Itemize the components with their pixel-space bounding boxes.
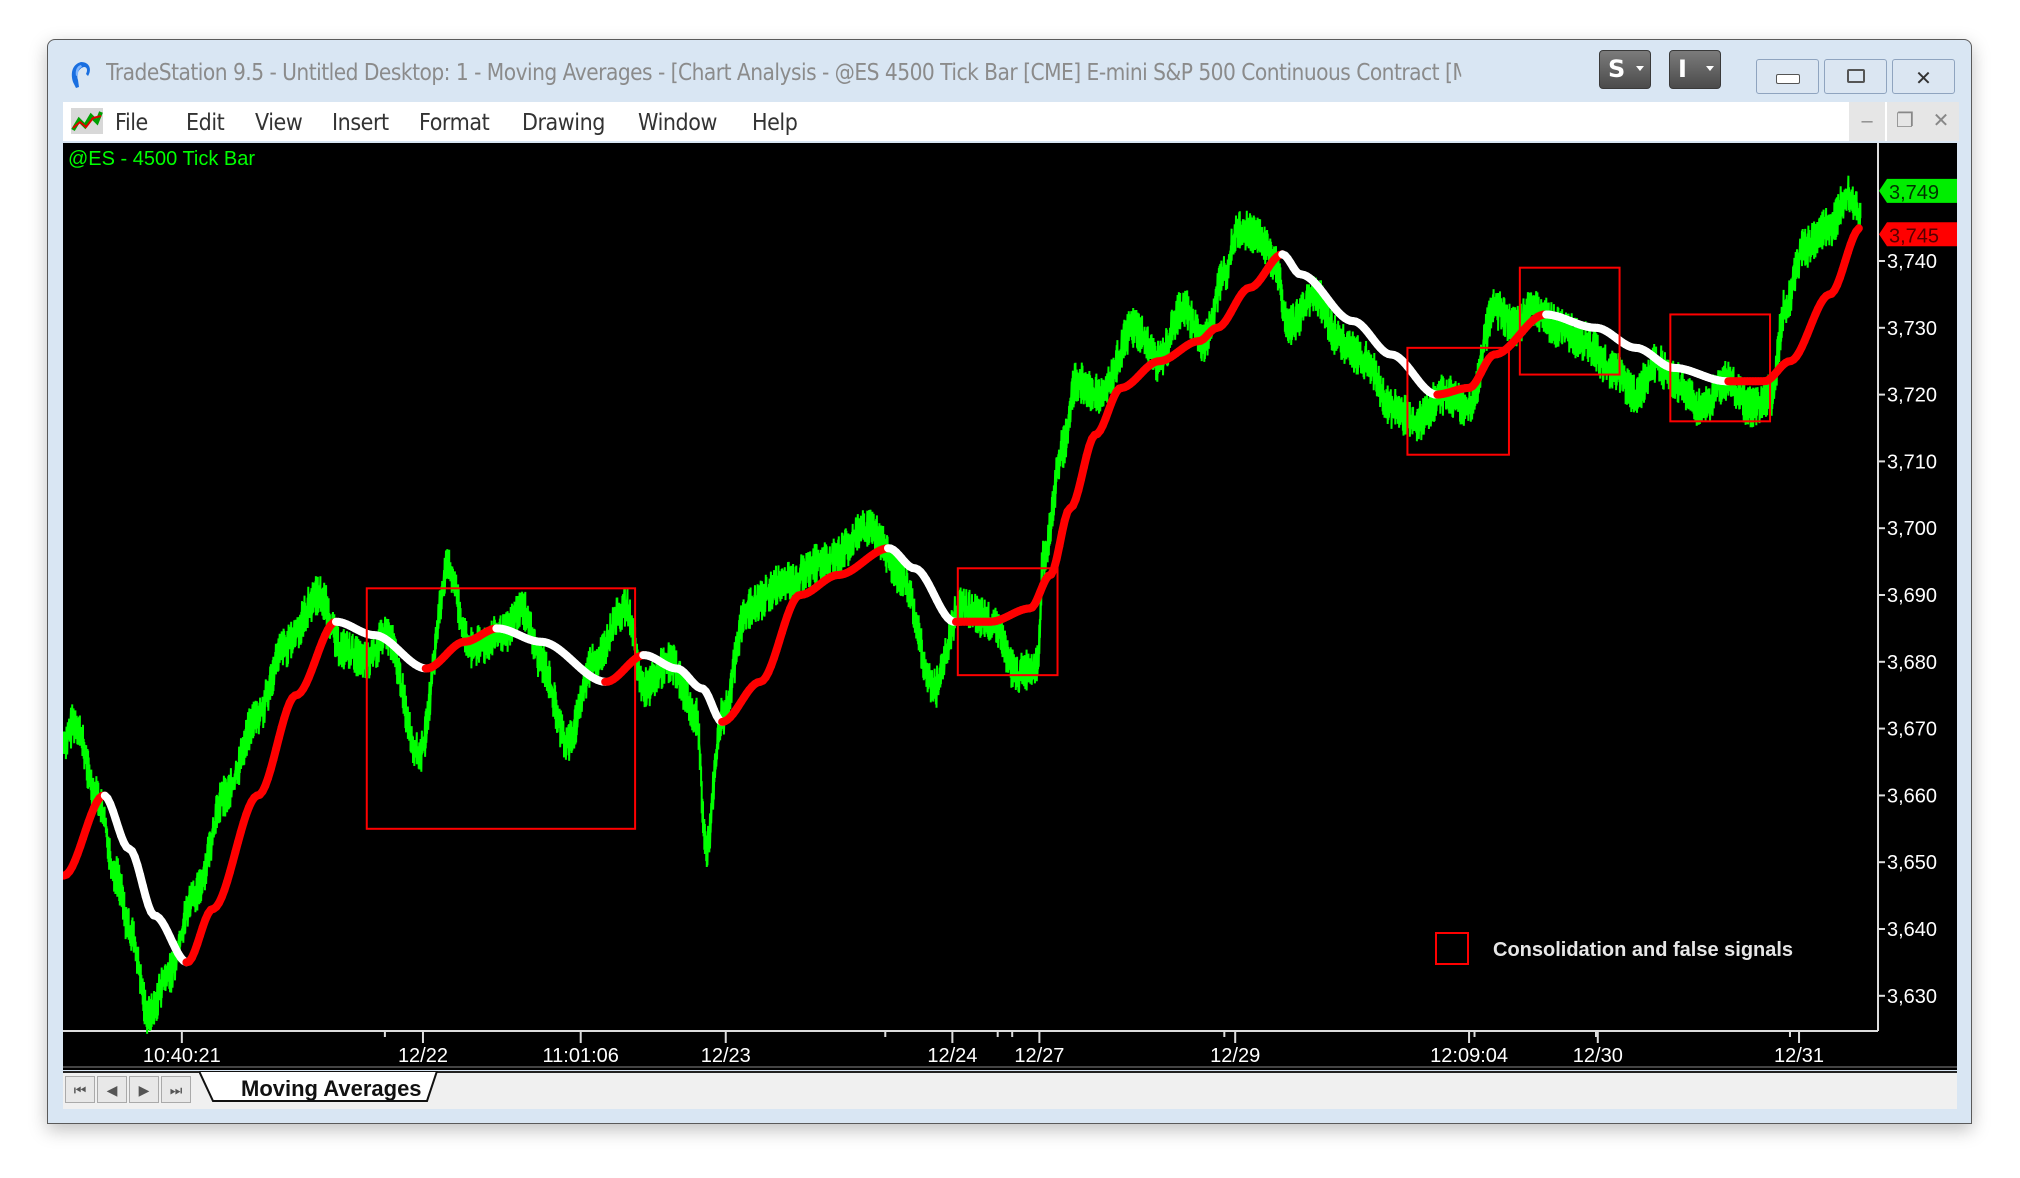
x-tick-label: 12/27 bbox=[1014, 1045, 1064, 1067]
s-button-label: S bbox=[1608, 55, 1626, 83]
i-button-label: I bbox=[1678, 55, 1687, 83]
y-tick-label: 3,710 bbox=[1887, 451, 1937, 473]
ma-segment bbox=[1852, 224, 1863, 236]
dropdown-arrow-icon bbox=[1636, 66, 1644, 71]
tab-prev-button[interactable]: ◀ bbox=[97, 1076, 127, 1103]
y-tick-label: 3,700 bbox=[1887, 518, 1937, 540]
title-bar: TradeStation 9.5 - Untitled Desktop: 1 -… bbox=[48, 40, 1971, 100]
legend-label: Consolidation and false signals bbox=[1493, 939, 1793, 961]
close-button[interactable]: ✕ bbox=[1892, 59, 1955, 94]
y-tick-label: 3,740 bbox=[1887, 251, 1937, 273]
x-tick-label: 12/23 bbox=[701, 1045, 751, 1067]
menu-edit[interactable]: Edit bbox=[186, 110, 225, 136]
x-tick-label: 12/30 bbox=[1573, 1045, 1623, 1067]
y-tick-label: 3,640 bbox=[1887, 919, 1937, 941]
tab-next-button[interactable]: ▶ bbox=[129, 1076, 159, 1103]
close-icon: ✕ bbox=[1915, 68, 1932, 90]
x-tick-label: 12:09:04 bbox=[1430, 1045, 1508, 1067]
chart-app-icon bbox=[71, 108, 103, 134]
x-tick-label: 12/29 bbox=[1210, 1045, 1260, 1067]
y-tick-label: 3,730 bbox=[1887, 318, 1937, 340]
x-tick-label: 12/24 bbox=[927, 1045, 977, 1067]
x-tick-label: 12/22 bbox=[398, 1045, 448, 1067]
price-chart[interactable]: 3,740 3,730 3,720 3,710 3,700 3,690 3,680 3,670… bbox=[63, 143, 1957, 1070]
menu-window[interactable]: Window bbox=[638, 110, 717, 136]
mdi-close-button[interactable]: ✕ bbox=[1923, 102, 1959, 141]
menu-drawing[interactable]: Drawing bbox=[522, 110, 605, 136]
minimize-button[interactable] bbox=[1756, 59, 1819, 94]
tab-first-button[interactable]: ⏮ bbox=[65, 1076, 95, 1103]
i-menu-button[interactable]: I bbox=[1669, 50, 1721, 89]
window-title: TradeStation 9.5 - Untitled Desktop: 1 -… bbox=[106, 60, 1462, 86]
tab-last-button[interactable]: ⏭ bbox=[161, 1076, 191, 1103]
tradestation-logo-icon bbox=[71, 62, 90, 88]
price-series bbox=[63, 175, 1862, 1034]
menu-bar: File Edit View Insert Format Drawing Win… bbox=[63, 102, 1959, 141]
menu-file[interactable]: File bbox=[115, 110, 148, 136]
menu-insert[interactable]: Insert bbox=[332, 110, 389, 136]
tab-moving-averages[interactable]: Moving Averages bbox=[199, 1071, 439, 1103]
y-tick-label: 3,720 bbox=[1887, 385, 1937, 407]
tab-label: Moving Averages bbox=[241, 1076, 422, 1101]
y-tick-label: 3,690 bbox=[1887, 585, 1937, 607]
y-tick-label: 3,650 bbox=[1887, 852, 1937, 874]
last-price-marker-label: 3,749 bbox=[1889, 182, 1939, 204]
tradestation-window: TradeStation 9.5 - Untitled Desktop: 1 -… bbox=[47, 39, 1972, 1124]
y-tick-label: 3,630 bbox=[1887, 986, 1937, 1008]
tab-bar: ⏮ ◀ ▶ ⏭ Moving Averages bbox=[63, 1071, 1957, 1109]
menu-help[interactable]: Help bbox=[752, 110, 798, 136]
legend-swatch bbox=[1435, 932, 1469, 965]
chart-symbol-label: @ES - 4500 Tick Bar bbox=[68, 148, 256, 170]
mdi-minimize-button[interactable]: – bbox=[1849, 102, 1885, 141]
minimize-icon bbox=[1757, 66, 1818, 90]
ma-value-marker-label: 3,745 bbox=[1889, 225, 1939, 247]
mdi-restore-button[interactable]: ❐ bbox=[1887, 102, 1923, 141]
chart-analysis-window[interactable]: 3,740 3,730 3,720 3,710 3,700 3,690 3,680 3,670… bbox=[63, 143, 1957, 1070]
dropdown-arrow-icon bbox=[1706, 66, 1714, 71]
y-tick-label: 3,670 bbox=[1887, 719, 1937, 741]
y-tick-label: 3,680 bbox=[1887, 652, 1937, 674]
menu-format[interactable]: Format bbox=[419, 110, 490, 136]
x-tick-label: 10:40:21 bbox=[143, 1045, 221, 1067]
y-tick-label: 3,660 bbox=[1887, 785, 1937, 807]
maximize-button[interactable] bbox=[1824, 59, 1887, 94]
x-tick-label: 11:01:06 bbox=[543, 1045, 619, 1067]
x-tick-label: 12/31 bbox=[1774, 1045, 1824, 1067]
s-menu-button[interactable]: S bbox=[1599, 50, 1651, 89]
menu-view[interactable]: View bbox=[255, 110, 303, 136]
maximize-icon bbox=[1825, 66, 1886, 89]
